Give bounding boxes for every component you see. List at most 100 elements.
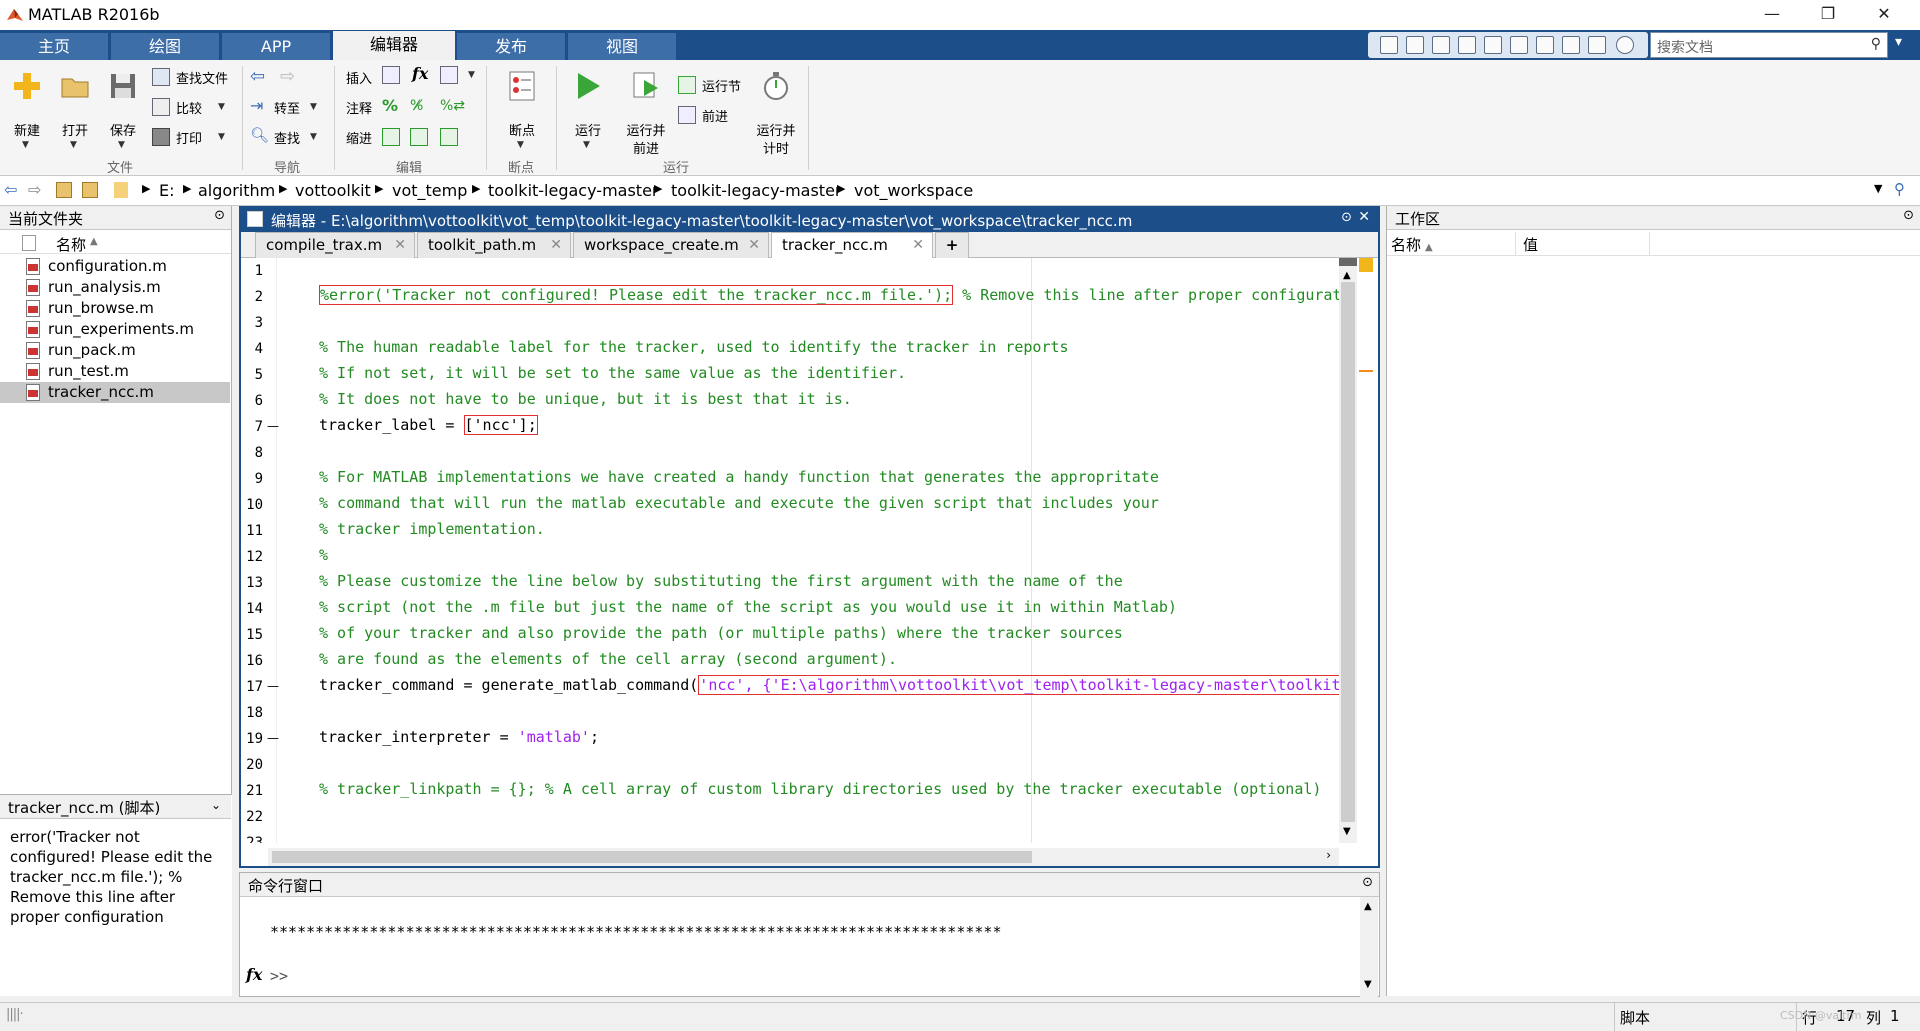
insert-label[interactable]: 插入 <box>346 68 372 87</box>
indent-label[interactable]: 缩进 <box>346 128 372 147</box>
value-column-header[interactable]: 值 <box>1523 234 1538 255</box>
breadcrumb-item[interactable]: toolkit-legacy-master <box>671 181 841 200</box>
close-tab-icon[interactable]: ✕ <box>912 233 924 257</box>
tab-plots[interactable]: 绘图 <box>111 33 219 60</box>
breadcrumb-item[interactable]: toolkit-legacy-master <box>488 181 658 200</box>
save-button[interactable]: 保存 ▼ <box>104 68 142 158</box>
open-button[interactable]: 打开 ▼ <box>56 68 94 158</box>
run-section-button[interactable]: 运行节 <box>678 74 758 96</box>
list-item[interactable]: run_test.m <box>0 361 230 382</box>
list-item[interactable]: run_browse.m <box>0 298 230 319</box>
redo-icon[interactable] <box>1536 36 1554 54</box>
tab-tracker-ncc[interactable]: tracker_ncc.m ✕ <box>771 232 933 258</box>
new-icon[interactable] <box>1380 36 1398 54</box>
scroll-up-icon[interactable]: ▲ <box>1343 270 1351 281</box>
tab-home[interactable]: 主页 <box>0 33 108 60</box>
preferences-icon[interactable] <box>1588 36 1606 54</box>
scroll-down-icon[interactable]: ▼ <box>1343 826 1351 837</box>
help-icon[interactable] <box>1616 36 1634 54</box>
list-item[interactable]: run_analysis.m <box>0 277 230 298</box>
browse-folder-icon[interactable] <box>82 182 98 198</box>
tab-workspace-create[interactable]: workspace_create.m ✕ <box>573 232 769 258</box>
run-button[interactable]: 运行 ▼ <box>566 68 610 158</box>
insert-plot-icon[interactable] <box>440 66 458 84</box>
scrollbar-thumb[interactable] <box>1341 282 1355 822</box>
code-area[interactable]: %error('Tracker not configured! Please e… <box>277 258 1339 843</box>
find-button[interactable]: 🔍︎ 查找 ▼ <box>250 126 326 148</box>
undo-icon[interactable] <box>1510 36 1528 54</box>
close-tab-icon[interactable]: ✕ <box>748 233 760 257</box>
smart-indent-icon[interactable] <box>382 128 400 146</box>
close-icon[interactable]: ✕ <box>1358 209 1370 225</box>
compare-button[interactable]: 比较 ▼ <box>152 96 234 118</box>
advance-button[interactable]: 前进 <box>678 104 758 126</box>
tab-publish[interactable]: 发布 <box>457 33 565 60</box>
tab-compile-trax[interactable]: compile_trax.m ✕ <box>255 232 415 258</box>
close-icon[interactable]: ✕ <box>1856 0 1912 30</box>
wrap-comment-icon[interactable]: %⇄ <box>440 98 465 116</box>
details-header[interactable]: tracker_ncc.m (脚本) ⌄ <box>0 795 231 819</box>
switch-windows-icon[interactable] <box>1562 36 1580 54</box>
goto-button[interactable]: ⇥ 转至 ▼ <box>250 96 326 118</box>
panel-menu-icon[interactable]: ⊙ <box>1362 875 1373 890</box>
tab-view[interactable]: 视图 <box>568 33 676 60</box>
back-icon[interactable]: ⇦ <box>4 180 17 199</box>
scroll-right-icon[interactable]: › <box>1326 848 1331 862</box>
back-arrow-icon[interactable]: ⇦ <box>250 66 272 88</box>
list-item[interactable]: configuration.m <box>0 256 230 277</box>
save-icon[interactable] <box>1406 36 1424 54</box>
uncomment-icon[interactable]: %̸ <box>410 98 428 116</box>
print-button[interactable]: 打印 ▼ <box>152 126 234 148</box>
list-item[interactable]: run_experiments.m <box>0 319 230 340</box>
panel-menu-icon[interactable]: ⊙ <box>214 208 225 223</box>
new-button[interactable]: 新建 ▼ <box>8 68 46 158</box>
search-input[interactable]: 搜索文档 ⚲ <box>1650 32 1888 58</box>
vertical-scrollbar[interactable]: ▲ ▼ <box>1360 897 1378 997</box>
collapse-ribbon-icon[interactable]: ▾ <box>1895 34 1915 54</box>
fx-icon[interactable]: fx <box>412 64 428 83</box>
column-header[interactable]: 名称 ▲ <box>0 232 231 254</box>
scrollbar-thumb[interactable] <box>272 851 1032 863</box>
minimize-icon[interactable]: — <box>1744 0 1800 30</box>
close-tab-icon[interactable]: ✕ <box>550 233 562 257</box>
search-folder-icon[interactable]: ⚲ <box>1894 180 1905 198</box>
dropdown-arrow-icon[interactable]: ▼ <box>468 70 475 80</box>
editor-menu-icon[interactable]: ⊙ <box>1341 210 1352 225</box>
run-and-time-button[interactable]: 运行并 计时 <box>748 68 804 158</box>
vertical-scrollbar[interactable]: ▲ ▼ <box>1339 258 1357 843</box>
restore-icon[interactable]: ❐ <box>1800 0 1856 30</box>
panel-menu-icon[interactable]: ⊙ <box>1903 208 1914 223</box>
path-dropdown-icon[interactable]: ▼ <box>1874 182 1882 195</box>
cut-icon[interactable] <box>1432 36 1450 54</box>
copy-icon[interactable] <box>1458 36 1476 54</box>
list-item[interactable]: run_pack.m <box>0 340 230 361</box>
column-divider[interactable] <box>1515 232 1516 256</box>
close-tab-icon[interactable]: ✕ <box>394 233 406 257</box>
chevron-down-icon[interactable]: ⌄ <box>211 798 221 812</box>
breadcrumb-item[interactable]: E: <box>159 181 175 200</box>
breadcrumb-item[interactable]: vot_workspace <box>854 181 973 200</box>
decrease-indent-icon[interactable] <box>440 128 458 146</box>
search-icon[interactable]: ⚲ <box>1871 36 1881 52</box>
breakpoints-button[interactable]: 断点 ▼ <box>496 68 548 158</box>
breadcrumb-item[interactable]: vot_temp <box>392 181 467 200</box>
tab-apps[interactable]: APP <box>222 33 330 60</box>
paste-icon[interactable] <box>1484 36 1502 54</box>
percent-icon[interactable]: % <box>382 96 398 115</box>
scroll-down-icon[interactable]: ▼ <box>1364 979 1372 990</box>
add-tab-button[interactable]: + <box>935 232 969 258</box>
column-divider[interactable] <box>1649 232 1650 256</box>
tab-toolkit-path[interactable]: toolkit_path.m ✕ <box>417 232 571 258</box>
breadcrumb-item[interactable]: vottoolkit <box>295 181 371 200</box>
comment-label[interactable]: 注释 <box>346 98 372 117</box>
breadcrumb-item[interactable]: algorithm <box>198 181 275 200</box>
command-prompt[interactable]: >> <box>270 967 288 985</box>
forward-icon[interactable]: ⇨ <box>28 180 41 199</box>
horizontal-scrollbar[interactable]: › <box>268 848 1339 866</box>
up-folder-icon[interactable] <box>56 182 72 198</box>
warning-marker[interactable] <box>1359 370 1373 372</box>
increase-indent-icon[interactable] <box>410 128 428 146</box>
code-analyzer-indicator[interactable] <box>1359 258 1373 272</box>
name-column-header[interactable]: 名称 ▲ <box>1391 234 1433 255</box>
fx-icon[interactable]: fx <box>246 965 262 984</box>
